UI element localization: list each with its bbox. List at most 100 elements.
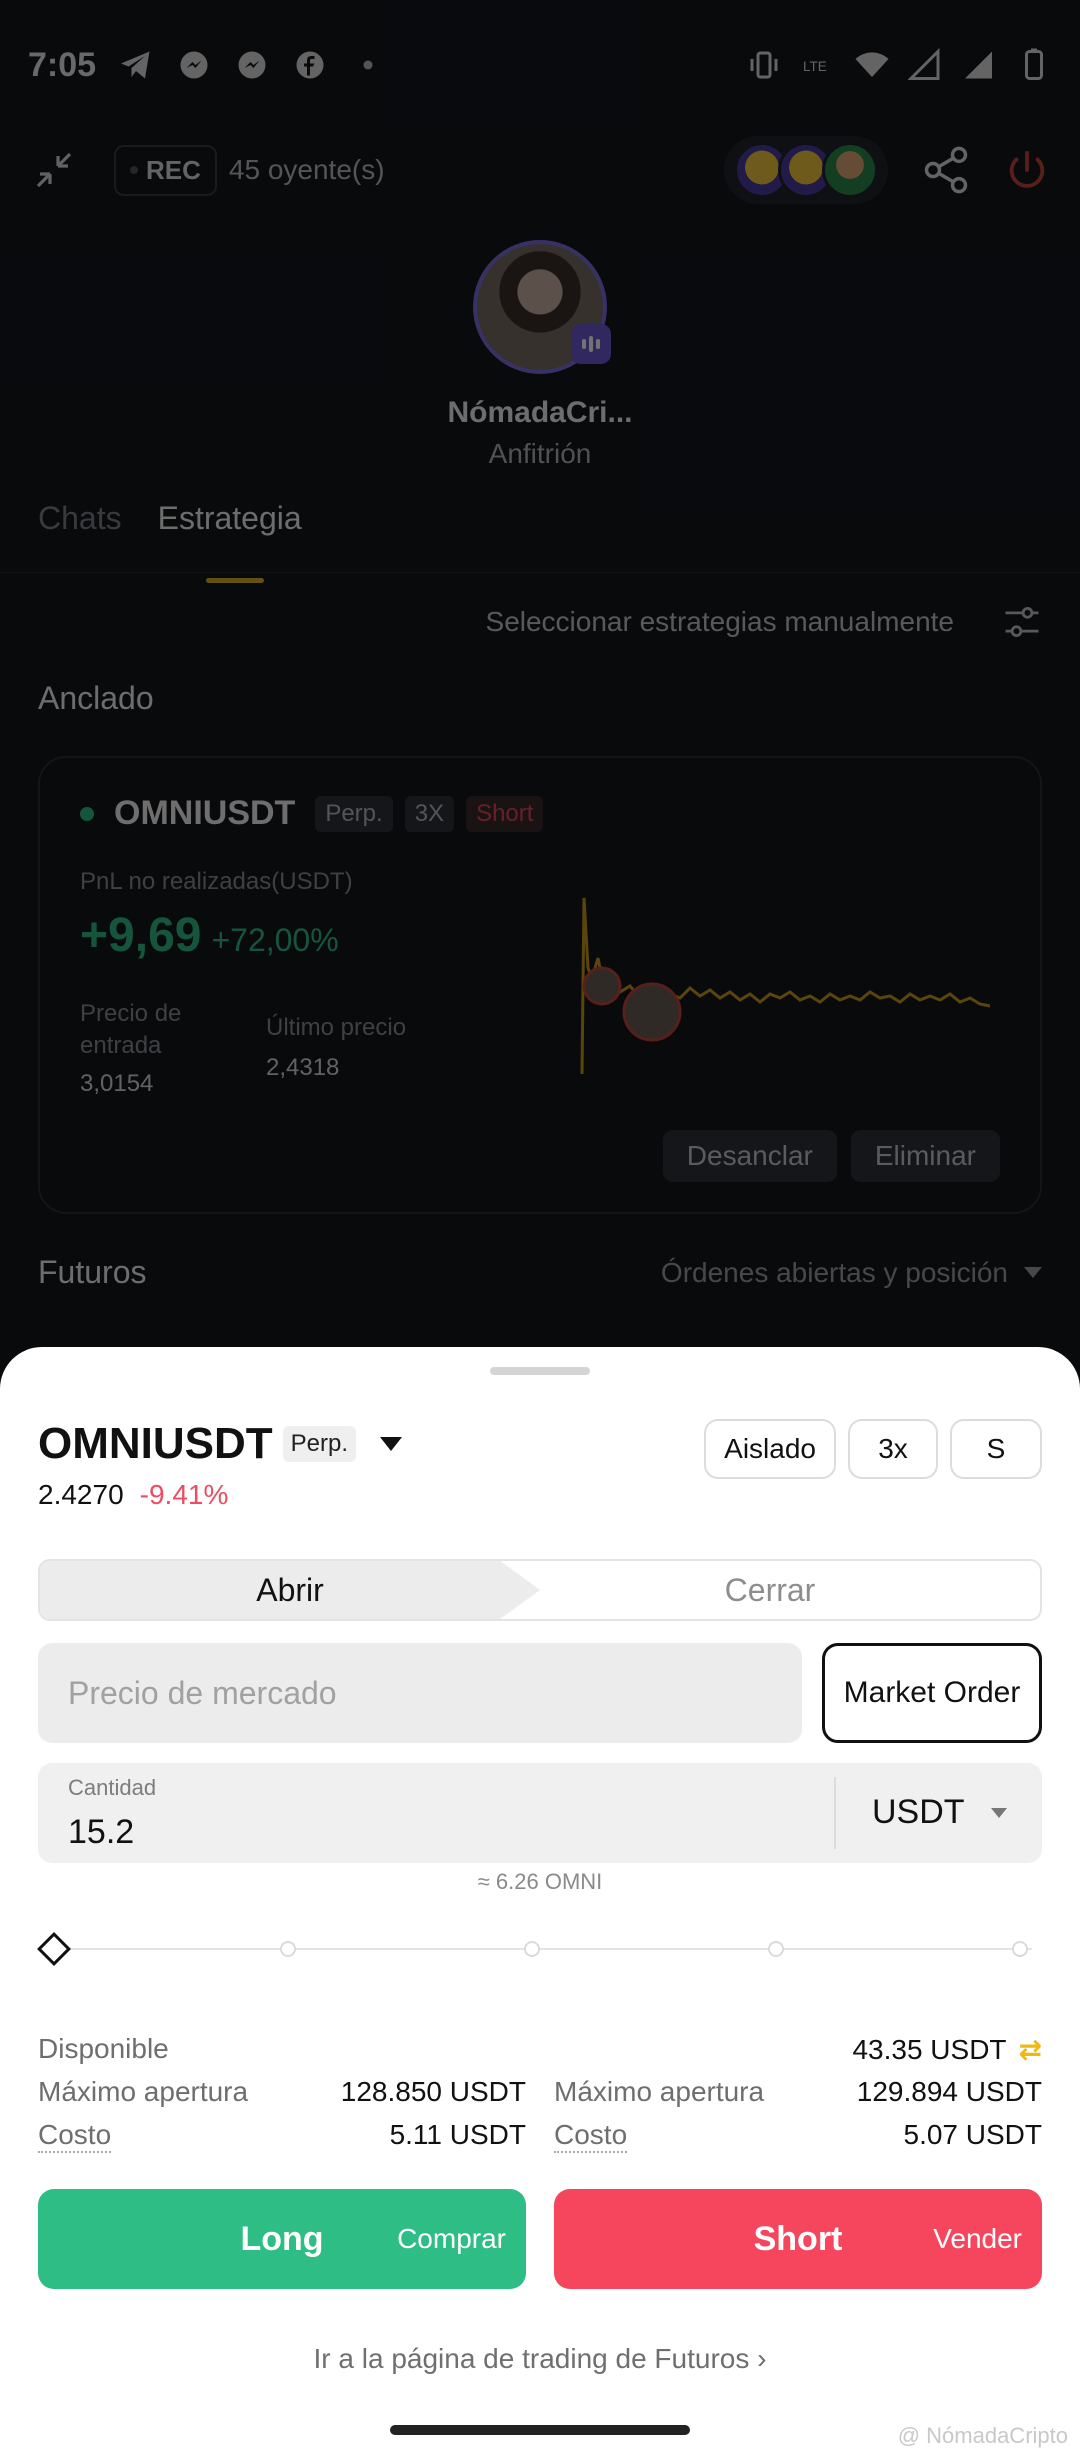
unpin-button[interactable]: Desanclar (662, 1130, 837, 1182)
leverage-tag: 3X (404, 795, 455, 832)
futures-link-label: Ir a la página de trading de Futuros (313, 2343, 750, 2374)
tab-chats[interactable]: Chats (38, 500, 122, 537)
watermark: @ NómadaCripto (897, 2423, 1068, 2448)
perp-tag: Perp. (282, 1426, 357, 1462)
trader-marker-avatar (582, 966, 622, 1006)
slider-stop[interactable] (524, 1941, 540, 1957)
quantity-value[interactable]: 15.2 (68, 1813, 134, 1852)
symbol-name: OMNIUSDT (38, 1419, 273, 1468)
amount-slider[interactable] (37, 1929, 1042, 1969)
host-role: Anfitrión (488, 438, 592, 469)
slider-handle[interactable] (37, 1932, 71, 1966)
leverage-button[interactable]: 3x (848, 1419, 938, 1479)
speaking-icon (571, 324, 611, 364)
pinned-position-card: OMNIUSDT Perp. 3X Short PnL no realizada… (38, 756, 1042, 1214)
max-open-label: Máximo apertura (38, 2076, 249, 2107)
pnl-percent: +72,00% (211, 922, 339, 958)
pnl-label: PnL no realizadas(USDT) (80, 868, 353, 895)
symbol-price-row: 2.4270 -9.41% (38, 1479, 228, 1511)
listener-count[interactable]: 45 oyente(s) (229, 154, 385, 186)
room-top-bar: REC 45 oyente(s) (30, 130, 1050, 210)
order-bottom-sheet: OMNIUSDT Perp. 2.4270 -9.41% Aislado 3x … (0, 1347, 1080, 2460)
signal-icon (965, 51, 992, 79)
position-header: OMNIUSDT Perp. 3X Short (80, 794, 544, 833)
signal-icon (908, 47, 940, 80)
symbol-selector[interactable]: OMNIUSDT Perp. (38, 1419, 403, 1469)
quantity-field[interactable]: Cantidad 15.2 USDT (38, 1763, 1042, 1863)
position-side-button[interactable]: S (950, 1419, 1042, 1479)
short-button[interactable]: Short Vender (554, 2189, 1042, 2289)
slider-stop[interactable] (280, 1941, 296, 1957)
minimize-icon[interactable] (30, 146, 78, 194)
long-cost: Costo 5.11 USDT (38, 2119, 526, 2153)
lte-icon: LTE (803, 59, 827, 74)
open-close-toggle: Abrir Cerrar (38, 1559, 1042, 1621)
status-time: 7:05 (28, 45, 97, 84)
futures-filter-label: Órdenes abiertas y posición (660, 1256, 1008, 1288)
tab-close[interactable]: Cerrar (500, 1561, 1040, 1619)
host-avatar[interactable] (473, 240, 611, 374)
home-indicator[interactable] (390, 2425, 690, 2435)
battery-icon (1025, 48, 1043, 80)
rec-dot-icon (130, 166, 138, 174)
power-icon[interactable] (1004, 147, 1050, 193)
max-open-value: 128.850 USDT (340, 2076, 526, 2107)
futures-filter-dropdown[interactable]: Órdenes abiertas y posición (661, 1257, 1042, 1289)
cost-value: 5.11 USDT (389, 2119, 526, 2150)
slider-stop[interactable] (768, 1941, 784, 1957)
max-open-label: Máximo apertura (554, 2076, 765, 2107)
quantity-label: Cantidad (68, 1775, 157, 1800)
sheet-drag-handle[interactable] (490, 1367, 590, 1375)
cost-value: 5.07 USDT (903, 2119, 1043, 2150)
wifi-icon (855, 52, 889, 77)
share-icon[interactable] (920, 144, 972, 196)
last-price: 2.4270 (38, 1479, 124, 1510)
rec-label: REC (146, 154, 201, 185)
room-tabs: Chats Estrategia (38, 500, 302, 583)
unit-label: USDT (872, 1793, 965, 1831)
available-label: Disponible (38, 2033, 169, 2064)
transfer-icon[interactable]: ⇄ (1019, 2033, 1042, 2066)
host-profile: NómadaCri... Anfitrión (0, 240, 1080, 470)
cost-label[interactable]: Costo (38, 2119, 112, 2153)
rec-badge: REC (114, 144, 217, 196)
price-input[interactable]: Precio de mercado (38, 1643, 802, 1743)
filter-sliders-icon[interactable] (1000, 600, 1044, 644)
field-divider (834, 1777, 836, 1849)
long-button[interactable]: Long Comprar (38, 2189, 526, 2289)
price-sparkline (580, 897, 991, 1075)
status-dot-icon (80, 806, 94, 821)
long-max-open: Máximo apertura 128.850 USDT (38, 2076, 526, 2108)
available-value-group: 43.35 USDT ⇄ (852, 2033, 1042, 2066)
delete-button[interactable]: Eliminar (850, 1130, 1000, 1182)
messenger-icon (180, 51, 208, 79)
chevron-down-icon (1024, 1267, 1042, 1278)
quantity-conversion: ≈ 6.26 OMNI (477, 1869, 603, 1894)
caret-down-icon (380, 1437, 403, 1451)
buy-label: Comprar (397, 2223, 506, 2254)
futures-page-link[interactable]: Ir a la página de trading de Futuros › (0, 2343, 1080, 2375)
svg-text:LTE: LTE (803, 59, 827, 74)
slider-track[interactable] (54, 1948, 1032, 1950)
messenger-icon (238, 51, 266, 79)
tab-open[interactable]: Abrir (40, 1561, 540, 1619)
price-change: -9.41% (139, 1479, 229, 1510)
cost-label[interactable]: Costo (554, 2119, 628, 2153)
facebook-icon (296, 51, 324, 79)
unit-selector[interactable]: USDT (872, 1793, 1007, 1832)
slider-stop[interactable] (1012, 1941, 1028, 1957)
vibrate-icon (750, 51, 778, 79)
manual-strategy-selector[interactable]: Seleccionar estrategias manualmente (486, 600, 1044, 644)
futures-section-header: Futuros Órdenes abiertas y posición (38, 1254, 1042, 1291)
tab-estrategia[interactable]: Estrategia (158, 500, 302, 583)
tabs-divider (0, 572, 1080, 573)
market-order-button[interactable]: Market Order (822, 1643, 1042, 1743)
speaker-avatars[interactable] (724, 136, 888, 204)
pnl-amount: +9,69 (80, 909, 202, 962)
position-actions: Desanclar Eliminar (662, 1130, 1000, 1182)
trader-marker-avatar (622, 982, 682, 1042)
margin-mode-button[interactable]: Aislado (704, 1419, 836, 1479)
position-symbol: OMNIUSDT (114, 794, 296, 832)
available-row: Disponible 43.35 USDT ⇄ (38, 2033, 1042, 2066)
avatar (822, 142, 878, 198)
